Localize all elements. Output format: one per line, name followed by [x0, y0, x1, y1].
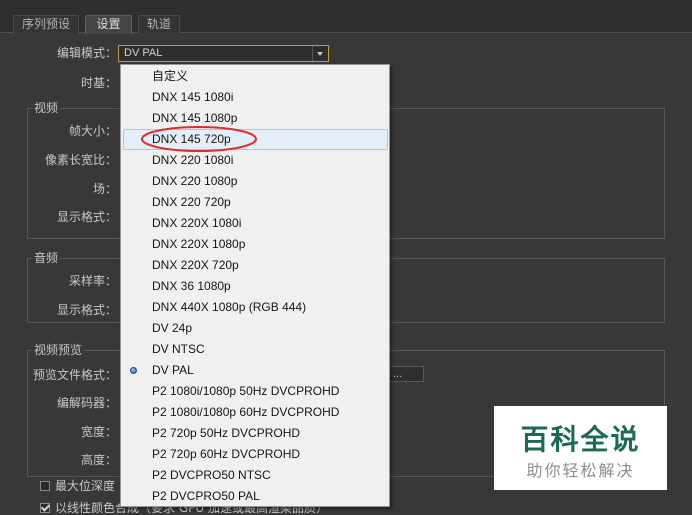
- sample-rate-label: 采样率：: [68, 274, 117, 288]
- dropdown-option[interactable]: P2 720p 60Hz DVCPROHD: [121, 444, 389, 465]
- dropdown-option[interactable]: DV PAL: [121, 360, 389, 381]
- editing-mode-select[interactable]: DV PAL: [118, 45, 329, 62]
- preview-file-format-value: ...: [393, 368, 403, 380]
- dropdown-option[interactable]: P2 720p 50Hz DVCPROHD: [121, 423, 389, 444]
- tab-settings[interactable]: 设置: [85, 15, 132, 34]
- dropdown-option[interactable]: DNX 220X 1080p: [121, 234, 389, 255]
- frame-size-label: 帧大小：: [68, 124, 117, 138]
- video-display-format-label: 显示格式：: [56, 210, 117, 224]
- preview-file-format-label: 预览文件格式：: [32, 368, 117, 382]
- dropdown-option[interactable]: DNX 145 1080i: [121, 87, 389, 108]
- dropdown-option[interactable]: DNX 220X 1080i: [121, 213, 389, 234]
- max-bit-depth-checkbox[interactable]: [40, 481, 50, 491]
- linear-color-checkbox[interactable]: [40, 502, 51, 513]
- dropdown-option[interactable]: P2 1080i/1080p 60Hz DVCPROHD: [121, 402, 389, 423]
- max-bit-depth-label: 最大位深度: [55, 479, 116, 493]
- dropdown-option[interactable]: DNX 220 720p: [121, 192, 389, 213]
- tab-tracks[interactable]: 轨道: [138, 15, 180, 33]
- preview-file-format-select[interactable]: ...: [386, 366, 424, 382]
- audio-display-format-label: 显示格式：: [56, 303, 117, 317]
- tab-bar: 序列预设 设置 轨道: [0, 0, 692, 34]
- editing-mode-label: 编辑模式：: [56, 46, 117, 60]
- tab-sequence-presets[interactable]: 序列预设: [13, 15, 79, 33]
- dropdown-option[interactable]: DNX 440X 1080p (RGB 444): [121, 297, 389, 318]
- dropdown-option[interactable]: DNX 220 1080p: [121, 171, 389, 192]
- sequence-settings-dialog: 序列预设 设置 轨道 编辑模式： DV PAL 时基： 视频 帧大小： 像素长宽…: [0, 0, 692, 515]
- video-group-title: 视频: [32, 101, 61, 115]
- video-preview-group-title: 视频预览: [32, 343, 85, 357]
- dropdown-option[interactable]: P2 1080i/1080p 50Hz DVCPROHD: [121, 381, 389, 402]
- radio-selected-icon: [130, 367, 137, 374]
- dropdown-option[interactable]: P2 DVCPRO50 NTSC: [121, 465, 389, 486]
- watermark-logo: 百科全说 助你轻松解决: [494, 406, 667, 490]
- dropdown-option[interactable]: 自定义: [121, 66, 389, 87]
- preview-width-label: 宽度：: [80, 425, 117, 439]
- dropdown-option[interactable]: DNX 220X 720p: [121, 255, 389, 276]
- dropdown-option[interactable]: DV NTSC: [121, 339, 389, 360]
- codec-label: 编解码器：: [56, 396, 117, 410]
- dropdown-option[interactable]: P2 DVCPRO50 PAL: [121, 486, 389, 507]
- editing-mode-value: DV PAL: [124, 47, 163, 59]
- red-circle-annotation: [141, 126, 257, 152]
- editing-mode-dropdown-button[interactable]: [312, 46, 328, 61]
- timebase-label: 时基：: [80, 76, 117, 90]
- pixel-aspect-label: 像素长宽比：: [44, 153, 117, 167]
- chevron-down-icon: [317, 52, 323, 56]
- fields-label: 场：: [92, 182, 117, 196]
- dropdown-option[interactable]: DNX 36 1080p: [121, 276, 389, 297]
- dropdown-option[interactable]: DV 24p: [121, 318, 389, 339]
- checkmark-icon: [40, 502, 51, 512]
- watermark-subtitle: 助你轻松解决: [526, 461, 635, 480]
- preview-height-label: 高度：: [80, 453, 117, 467]
- watermark-title: 百科全说: [520, 423, 641, 456]
- audio-group-title: 音频: [32, 251, 61, 265]
- dropdown-option[interactable]: DNX 220 1080i: [121, 150, 389, 171]
